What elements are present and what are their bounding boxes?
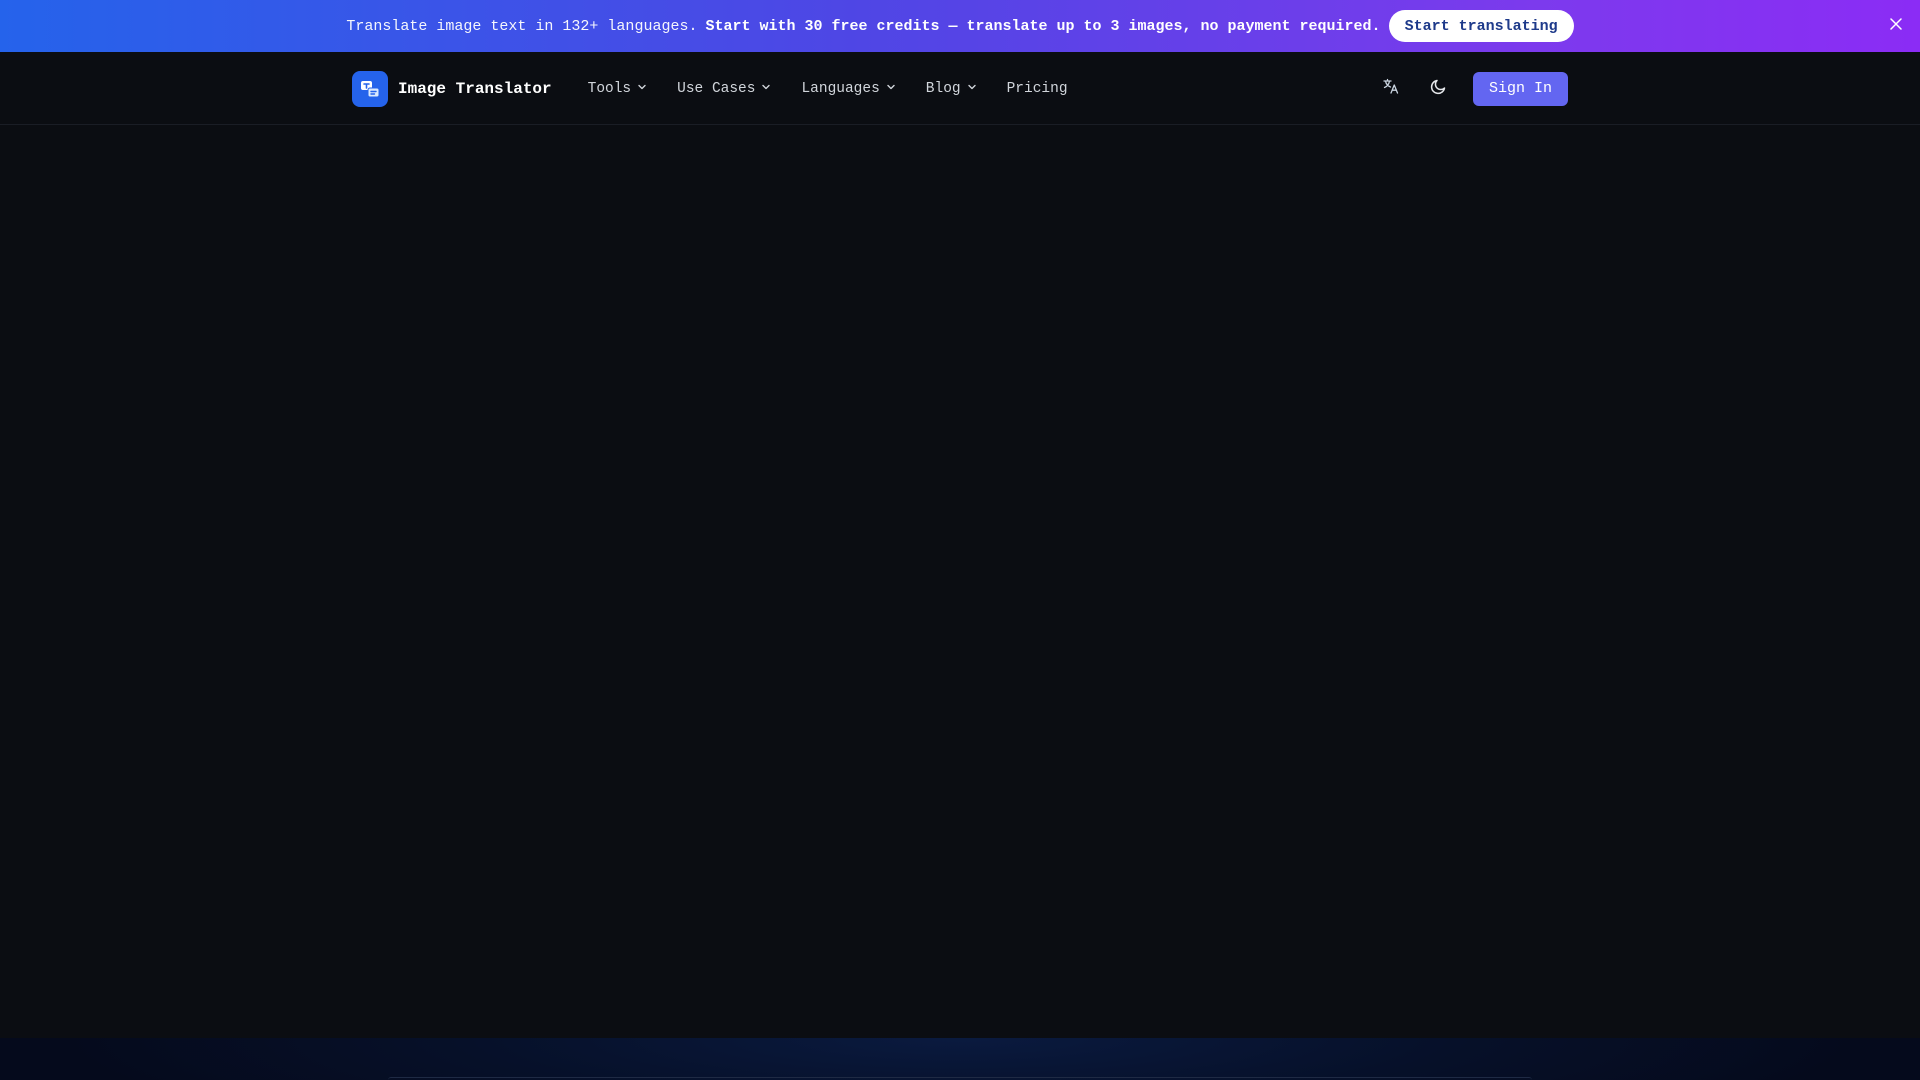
nav-tools-label: Tools	[587, 80, 632, 97]
brand-name: Image Translator	[398, 79, 552, 98]
brand-link[interactable]: Image Translator	[352, 70, 552, 107]
language-icon	[1382, 77, 1400, 100]
theme-toggle-button[interactable]	[1425, 75, 1453, 103]
chevron-down-icon	[761, 81, 771, 97]
chevron-down-icon	[637, 81, 647, 97]
nav-tools[interactable]: Tools	[588, 81, 648, 97]
nav-blog-label: Blog	[925, 80, 961, 97]
nav-pricing-label: Pricing	[1006, 80, 1068, 97]
hero-section	[0, 1038, 1920, 1080]
banner-close-button[interactable]	[1886, 16, 1906, 36]
promo-banner-highlight: Start with 30 free credits — translate u…	[705, 17, 1381, 35]
start-translating-button[interactable]: Start translating	[1388, 10, 1574, 42]
chevron-down-icon	[886, 81, 896, 97]
nav-use-cases-label: Use Cases	[677, 80, 756, 97]
main-nav: Tools Use Cases Languages Blog Pricing	[588, 81, 1068, 97]
chevron-down-icon	[967, 81, 977, 97]
nav-pricing[interactable]: Pricing	[1007, 81, 1068, 97]
header-left: Image Translator Tools Use Cases Languag…	[352, 70, 1068, 107]
promo-banner-text: Translate image text in 132+ languages.	[346, 17, 698, 35]
moon-icon	[1430, 77, 1448, 100]
close-icon	[1890, 17, 1902, 35]
translate-logo-icon	[352, 70, 388, 107]
site-header: Image Translator Tools Use Cases Languag…	[0, 52, 1920, 125]
promo-banner-content: Translate image text in 132+ languages. …	[346, 10, 1574, 42]
sign-in-button[interactable]: Sign In	[1472, 71, 1568, 106]
nav-languages-label: Languages	[801, 80, 880, 97]
nav-languages[interactable]: Languages	[801, 81, 895, 97]
nav-blog[interactable]: Blog	[926, 81, 977, 97]
nav-use-cases[interactable]: Use Cases	[677, 81, 771, 97]
header-container: Image Translator Tools Use Cases Languag…	[352, 52, 1568, 125]
language-switcher-button[interactable]	[1377, 75, 1405, 103]
main-content	[0, 125, 1920, 1038]
promo-banner: Translate image text in 132+ languages. …	[0, 0, 1920, 52]
header-right: Sign In	[1377, 71, 1568, 106]
